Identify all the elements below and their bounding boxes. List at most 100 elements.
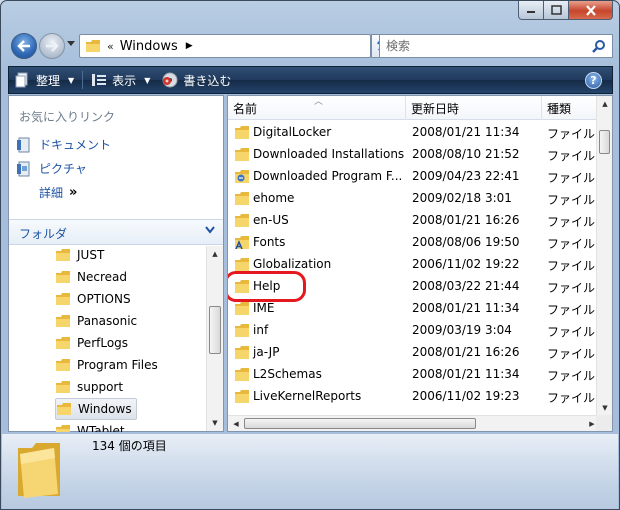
tree-item[interactable]: support	[55, 376, 127, 398]
favorites-header: お気に入りリンク	[19, 110, 116, 124]
folder-tree-scrollbar[interactable]: ▲ ▼	[206, 246, 223, 431]
file-type: ファイル	[547, 215, 596, 229]
scroll-thumb[interactable]	[599, 130, 610, 154]
folders-header[interactable]: フォルダ	[9, 219, 223, 245]
maximize-button[interactable]	[544, 1, 569, 20]
file-row[interactable]: ja-JP 2008/01/21 16:26 ファイル	[228, 342, 600, 364]
organize-button[interactable]: 整理 ▼	[9, 67, 80, 93]
close-icon	[585, 4, 596, 16]
file-date: 2006/11/02 19:22	[412, 257, 520, 271]
history-dropdown-icon[interactable]	[67, 41, 75, 47]
column-header-type[interactable]: 種類	[542, 96, 600, 120]
file-row[interactable]: LiveKernelReports 2006/11/02 19:23 ファイル	[228, 386, 600, 408]
close-button[interactable]	[569, 1, 613, 20]
folder-tree: JUST Necread OPTIONS Panasonic PerfLogs …	[9, 246, 205, 432]
burn-button[interactable]: 書き込む	[156, 67, 237, 93]
documents-icon	[17, 137, 30, 152]
favorite-link-pictures[interactable]: ピクチャ	[17, 160, 87, 177]
favorites-more-link[interactable]: 詳細 »	[39, 184, 78, 201]
file-row[interactable]: Downloaded Program F... 2009/04/23 22:41…	[228, 166, 600, 188]
address-bar[interactable]: « Windows ▶	[79, 34, 371, 58]
file-list-vertical-scrollbar[interactable]: ▲ ▼	[596, 96, 612, 416]
tree-item-label: Necread	[77, 270, 127, 284]
scroll-thumb[interactable]	[209, 306, 221, 354]
address-overflow-chevron[interactable]: «	[107, 40, 114, 53]
explorer-window: « Windows ▶ 整理 ▼	[0, 0, 620, 510]
column-header-name[interactable]: ︿ 名前	[228, 96, 406, 120]
file-row[interactable]: Downloaded Installations 2008/08/10 21:5…	[228, 144, 600, 166]
folder-icon	[235, 258, 249, 271]
toolbar-separator	[82, 71, 84, 89]
folder-icon	[86, 40, 100, 52]
organize-icon	[15, 72, 28, 88]
file-name: ehome	[253, 191, 295, 205]
favorite-link-documents[interactable]: ドキュメント	[17, 136, 111, 153]
folder-icon	[235, 368, 249, 381]
file-date: 2009/04/23 22:41	[412, 169, 520, 183]
forward-button[interactable]	[39, 33, 65, 59]
search-box[interactable]	[379, 34, 613, 58]
file-type: ファイル	[547, 237, 596, 251]
item-count: 134 個の項目	[92, 439, 167, 453]
tree-item[interactable]: Necread	[55, 266, 131, 288]
scroll-up-arrow-icon[interactable]: ▲	[207, 246, 223, 262]
file-type: ファイル	[547, 325, 596, 339]
tree-item-selected[interactable]: Windows	[55, 398, 137, 420]
file-row[interactable]: IME 2008/01/21 11:34 ファイル	[228, 298, 600, 320]
file-row[interactable]: inf 2009/03/19 3:04 ファイル	[228, 320, 600, 342]
file-row[interactable]: Globalization 2006/11/02 19:22 ファイル	[228, 254, 600, 276]
back-button[interactable]	[11, 33, 37, 59]
file-date: 2009/02/18 3:01	[412, 191, 512, 205]
file-list-horizontal-scrollbar[interactable]: ◀ ▶	[228, 415, 600, 431]
burn-disc-icon	[162, 72, 178, 88]
folder-icon	[235, 346, 249, 359]
folder-icon	[56, 293, 70, 305]
help-button[interactable]: ?	[585, 72, 602, 89]
horizontal-scroll-thumb[interactable]	[244, 418, 476, 429]
scroll-down-arrow-icon[interactable]: ▼	[597, 400, 612, 416]
column-header-label: 種類	[547, 101, 572, 116]
folder-icon	[56, 249, 70, 261]
scroll-down-arrow-icon[interactable]: ▼	[207, 415, 223, 431]
file-type: ファイル	[547, 347, 596, 361]
breadcrumb-arrow-icon[interactable]: ▶	[186, 41, 193, 51]
views-button[interactable]: 表示 ▼	[85, 67, 156, 93]
tree-item-label: Windows	[78, 402, 132, 416]
column-header-modified[interactable]: 更新日時	[406, 96, 542, 120]
tree-item-label: OPTIONS	[77, 292, 131, 306]
scroll-up-arrow-icon[interactable]: ▲	[597, 96, 612, 112]
tree-item[interactable]: Panasonic	[55, 310, 141, 332]
file-name: Downloaded Installations	[253, 147, 405, 161]
search-input[interactable]	[386, 39, 586, 53]
favorite-link-label: ピクチャ	[39, 162, 87, 176]
file-row[interactable]: L2Schemas 2008/01/21 11:34 ファイル	[228, 364, 600, 386]
breadcrumb-windows[interactable]: Windows	[120, 39, 178, 54]
tree-item[interactable]: PerfLogs	[55, 332, 132, 354]
file-date: 2008/01/21 16:26	[412, 213, 520, 227]
folder-icon	[56, 381, 70, 393]
file-row[interactable]: DigitalLocker 2008/01/21 11:34 ファイル	[228, 122, 600, 144]
search-icon[interactable]	[592, 39, 606, 53]
tree-item[interactable]: WTablet	[55, 420, 129, 432]
file-row[interactable]: en-US 2008/01/21 16:26 ファイル	[228, 210, 600, 232]
file-row[interactable]: Fonts 2008/08/06 19:50 ファイル	[228, 232, 600, 254]
file-row-help[interactable]: Help 2008/03/22 21:44 ファイル	[228, 271, 600, 302]
special-folder-icon	[235, 170, 249, 183]
folder-icon	[235, 148, 249, 161]
tree-item[interactable]: Program Files	[55, 354, 162, 376]
scroll-left-arrow-icon[interactable]: ◀	[228, 416, 244, 431]
file-type: ファイル	[547, 259, 596, 273]
folder-icon	[235, 192, 249, 205]
minimize-button[interactable]	[518, 1, 544, 20]
organize-dropdown-icon: ▼	[68, 75, 75, 85]
tree-item[interactable]: OPTIONS	[55, 288, 135, 310]
file-row[interactable]: ehome 2009/02/18 3:01 ファイル	[228, 188, 600, 210]
file-type: ファイル	[547, 127, 596, 141]
tree-item[interactable]: JUST	[55, 246, 108, 266]
large-folder-icon	[18, 443, 60, 498]
file-name: L2Schemas	[253, 367, 322, 381]
file-type: ファイル	[547, 391, 596, 405]
file-name: Globalization	[253, 257, 332, 271]
maximize-icon	[550, 5, 562, 15]
navigation-bar: « Windows ▶	[9, 31, 613, 61]
